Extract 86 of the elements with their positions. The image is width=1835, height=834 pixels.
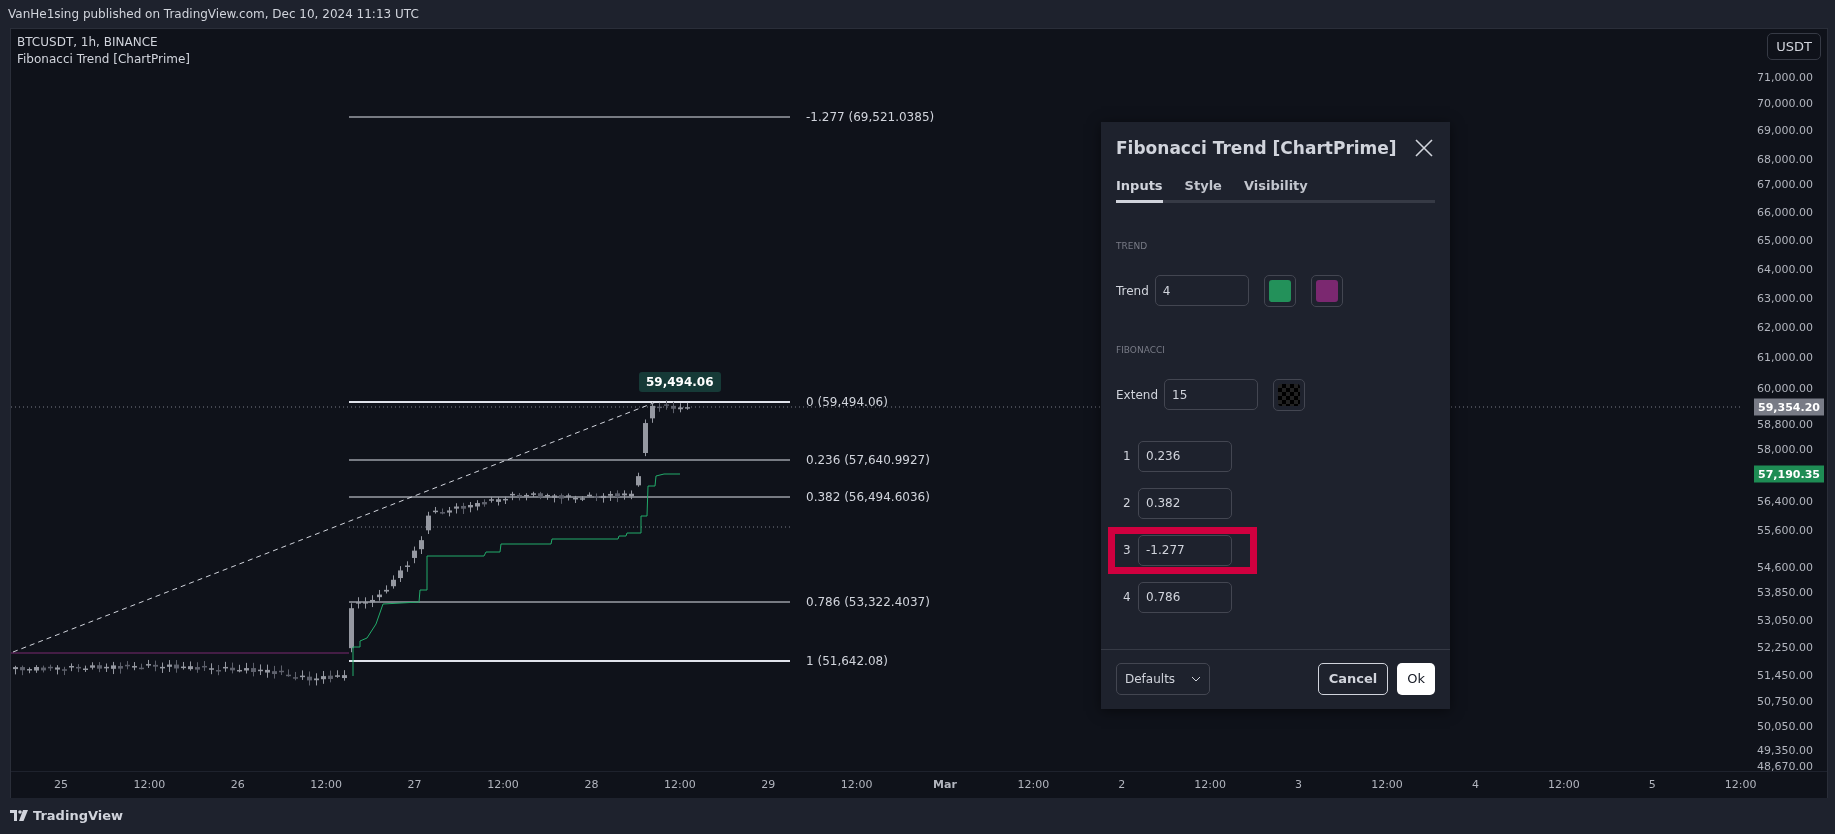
price-tick: 63,000.00 (1757, 291, 1813, 305)
input-label: Extend (1116, 387, 1158, 402)
time-tick: 12:00 (840, 777, 873, 791)
time-tick: 2 (1118, 777, 1126, 791)
time-tick: 12:00 (1017, 777, 1050, 791)
price-tick: 55,600.00 (1757, 523, 1813, 537)
brand-name: TradingView (33, 808, 124, 824)
input-field[interactable]: 0.382 (1138, 487, 1232, 519)
time-tick: Mar (933, 777, 957, 791)
color-swatch[interactable] (1310, 274, 1343, 307)
price-tick: 52,250.00 (1757, 640, 1813, 654)
time-tick: 12:00 (663, 777, 696, 791)
legend-text: BTCUSDT, 1h, BINANCE (17, 34, 159, 49)
time-tick: 12:00 (133, 777, 166, 791)
price-tick: 71,000.00 (1757, 70, 1813, 84)
time-tick: 12:00 (1194, 777, 1227, 791)
price-tick: 65,000.00 (1757, 233, 1813, 247)
publish-info: VanHe1sing published on TradingView.com, Dec 10, 2024 11:13 UTC (8, 6, 419, 21)
fib-level-label: 0.786 (53,322.4037) (806, 594, 930, 609)
input-label: 1 (1122, 449, 1132, 464)
input-field[interactable]: 0.786 (1138, 581, 1232, 613)
color-swatch[interactable] (1273, 378, 1305, 411)
color-swatch[interactable] (1263, 274, 1296, 307)
price-tick: 53,850.00 (1757, 585, 1813, 599)
input-field[interactable]: -1.277 (1138, 534, 1232, 566)
price-tick: 70,000.00 (1757, 96, 1813, 110)
fib-level-label: 0.382 (56,494.6036) (806, 489, 930, 504)
input-label: 3 (1122, 543, 1132, 558)
price-tick: 62,000.00 (1757, 320, 1813, 334)
defaults-dropdown[interactable]: Defaults (1116, 662, 1210, 695)
price-tick: 66,000.00 (1757, 205, 1813, 219)
price-tick: 58,000.00 (1757, 442, 1813, 456)
price-tick: 48,670.00 (1757, 759, 1813, 773)
price-tick: 58,800.00 (1757, 417, 1813, 431)
time-tick: 12:00 (1371, 777, 1403, 791)
time-tick: 25 (54, 777, 68, 791)
dialog-title: Fibonacci Trend [ChartPrime] (1116, 137, 1397, 158)
price-tag: 57,190.35 (1754, 465, 1824, 483)
caret-icon (1191, 675, 1201, 682)
input-label: 4 (1122, 590, 1132, 605)
fib-level-label: 1 (51,642.08) (806, 653, 888, 668)
input-label: Trend (1116, 283, 1149, 298)
price-tick: 53,050.00 (1757, 613, 1813, 627)
time-tick: 12:00 (1547, 777, 1580, 791)
ok-button[interactable]: Ok (1397, 662, 1435, 695)
input-field[interactable]: 4 (1154, 275, 1249, 307)
price-tick: 68,000.00 (1757, 152, 1813, 166)
section-heading: TREND (1116, 240, 1149, 251)
price-tick: 60,000.00 (1757, 381, 1813, 395)
input-field[interactable]: 15 (1164, 379, 1258, 411)
section-heading: FIBONACCI (1116, 344, 1166, 355)
time-tick: 27 (407, 777, 422, 791)
dialog-tab[interactable]: Style (1184, 177, 1222, 203)
dialog-tab[interactable]: Inputs (1116, 177, 1163, 203)
legend-text: Fibonacci Trend [ChartPrime] (17, 51, 190, 66)
price-tick: 61,000.00 (1757, 350, 1813, 364)
input-label: 2 (1122, 496, 1132, 511)
currency-button[interactable]: USDT (1767, 32, 1821, 60)
time-tick: 29 (761, 777, 776, 791)
time-tick: 5 (1648, 777, 1656, 791)
price-tick: 69,000.00 (1757, 123, 1813, 137)
logo-icon (10, 810, 28, 822)
price-tick: 56,400.00 (1757, 494, 1813, 508)
price-tick: 50,750.00 (1757, 694, 1813, 708)
fib-level-label: 0 (59,494.06) (806, 394, 888, 409)
price-tick: 67,000.00 (1757, 177, 1813, 191)
time-tick: 12:00 (487, 777, 519, 791)
time-tick: 3 (1295, 777, 1303, 791)
time-tick: 12:00 (310, 777, 343, 791)
input-field[interactable]: 0.236 (1138, 440, 1232, 472)
time-tick: 4 (1471, 777, 1479, 791)
cancel-button[interactable]: Cancel (1317, 662, 1389, 695)
price-tag: 59,354.20 (1754, 398, 1824, 416)
dialog-tab[interactable]: Visibility (1243, 177, 1308, 203)
time-tick: 28 (584, 777, 599, 791)
peak-price-tag: 59,494.06 (639, 371, 721, 392)
time-tick: 12:00 (1724, 777, 1757, 791)
price-tick: 50,050.00 (1757, 719, 1813, 733)
close-icon[interactable] (1413, 136, 1435, 159)
price-tick: 64,000.00 (1757, 262, 1813, 276)
price-tick: 51,450.00 (1757, 668, 1813, 682)
fib-level-label: -1.277 (69,521.0385) (806, 109, 935, 124)
price-tick: 54,600.00 (1757, 560, 1813, 574)
price-tick: 49,350.00 (1757, 743, 1813, 757)
fib-level-label: 0.236 (57,640.9927) (806, 452, 930, 467)
time-tick: 26 (230, 777, 245, 791)
